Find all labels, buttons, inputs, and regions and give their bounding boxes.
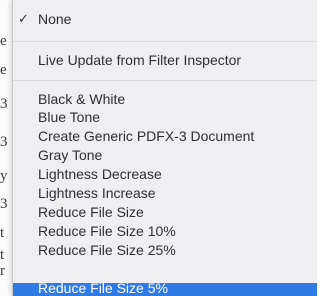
menu-item-label: Black & White	[38, 91, 126, 107]
menu-item-label: Lightness Decrease	[38, 166, 162, 182]
menu-item-reduce-file-size-10[interactable]: Reduce File Size 10%	[13, 222, 317, 240]
background-text-fragment: 3	[0, 96, 8, 112]
background-text-fragment: e	[0, 33, 7, 49]
menu-item-live-update[interactable]: Live Update from Filter Inspector	[13, 51, 317, 69]
background-text-fragment: 3	[0, 134, 8, 150]
background-window-edge: e e 3 3 y 3 t t r	[0, 0, 12, 296]
menu-item-label: Live Update from Filter Inspector	[38, 52, 242, 68]
menu-item-label: Blue Tone	[38, 109, 101, 125]
menu-item-reduce-file-size-5[interactable]: Reduce File Size 5%	[13, 280, 317, 296]
menu-item-reduce-file-size-25[interactable]: Reduce File Size 25%	[13, 241, 317, 259]
background-text-fragment: 3	[0, 196, 8, 212]
menu-item-none[interactable]: ✓ None	[13, 10, 317, 28]
menu-item-label: Reduce File Size	[38, 204, 144, 220]
menu-separator	[13, 41, 317, 42]
background-text-fragment: t	[0, 247, 5, 263]
menu-item-blue-tone[interactable]: Blue Tone	[13, 108, 317, 126]
menu-item-label: Reduce File Size 10%	[38, 223, 176, 239]
menu-item-lightness-decrease[interactable]: Lightness Decrease	[13, 165, 317, 183]
menu-item-black-white[interactable]: Black & White	[13, 90, 317, 108]
menu-item-label: Reduce File Size 25%	[38, 242, 176, 258]
menu-item-reduce-file-size[interactable]: Reduce File Size	[13, 203, 317, 221]
menu-item-lightness-increase[interactable]: Lightness Increase	[13, 184, 317, 202]
background-text-fragment: e	[0, 62, 7, 78]
background-text-fragment: t	[0, 225, 5, 241]
checkmark-icon: ✓	[18, 11, 29, 26]
menu-item-label: Lightness Increase	[38, 185, 156, 201]
menu-item-create-pdfx3[interactable]: Create Generic PDFX-3 Document	[13, 127, 317, 145]
menu-item-gray-tone[interactable]: Gray Tone	[13, 146, 317, 164]
menu-item-label: None	[38, 11, 72, 27]
background-text-fragment: r	[0, 263, 5, 279]
menu-item-label: Gray Tone	[38, 147, 103, 163]
quartz-filter-menu: ✓ None Live Update from Filter Inspector…	[12, 0, 317, 296]
menu-item-label: Reduce File Size 5%	[38, 280, 168, 296]
menu-item-label: Create Generic PDFX-3 Document	[38, 128, 255, 144]
background-text-fragment: y	[0, 168, 8, 184]
menu-separator	[13, 80, 317, 81]
